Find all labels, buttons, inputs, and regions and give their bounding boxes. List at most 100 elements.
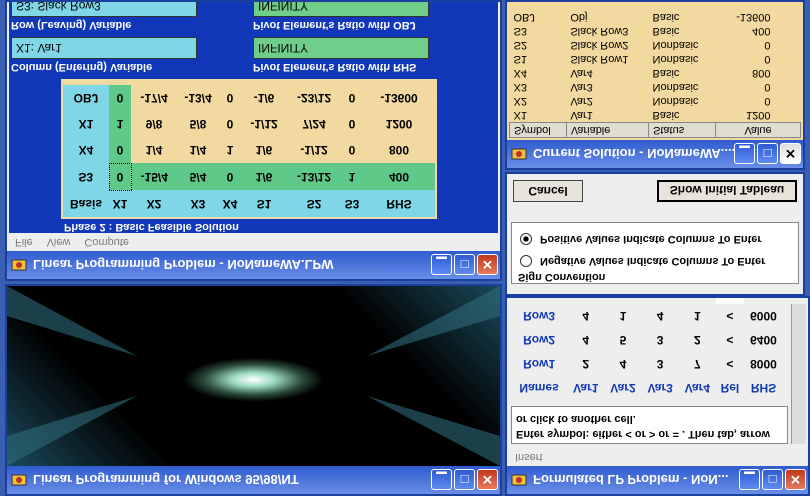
- tableau-cell[interactable]: -13/12: [287, 164, 341, 191]
- menu-view[interactable]: View: [47, 236, 71, 248]
- tableau-cell[interactable]: 0: [341, 85, 363, 111]
- lp-cell[interactable]: =: [715, 296, 744, 304]
- pivot-obj-label: Pivot Element's Ratio with OBJ: [253, 19, 416, 31]
- tableau-cell[interactable]: -1/12: [241, 111, 287, 137]
- maximize-button[interactable]: □: [757, 143, 778, 165]
- lp-cell[interactable]: 5: [679, 296, 716, 304]
- lp-cell[interactable]: 2: [567, 352, 604, 376]
- tableau-cell[interactable]: 1: [219, 137, 241, 164]
- tableau-cell[interactable]: 1/4: [177, 137, 219, 164]
- lp-cell[interactable]: <: [716, 304, 744, 328]
- minimize-button[interactable]: ▁: [739, 469, 760, 491]
- menu-compute[interactable]: Compute: [84, 236, 129, 248]
- cancel-button[interactable]: Cancel: [513, 180, 583, 202]
- solution-header: Symbol: [509, 122, 567, 138]
- tableau-cell[interactable]: 1/6: [241, 164, 287, 191]
- tableau-cell[interactable]: 1/6: [241, 137, 287, 164]
- maximize-button[interactable]: □: [762, 469, 783, 491]
- lp-cell[interactable]: 8: [567, 296, 604, 304]
- tableau-cell[interactable]: 0: [109, 137, 131, 164]
- tableau-cell[interactable]: 0: [341, 111, 363, 137]
- tableau-cell[interactable]: -13/4: [177, 85, 219, 111]
- close-button[interactable]: ✕: [785, 469, 806, 491]
- tableau-cell[interactable]: 5/4: [177, 164, 219, 191]
- lp-row-name[interactable]: Row3: [511, 304, 567, 328]
- tableau-cell[interactable]: 1/4: [131, 137, 177, 164]
- maximize-button[interactable]: □: [454, 469, 475, 491]
- tableau-basis[interactable]: X1: [63, 111, 109, 137]
- lp-cell[interactable]: 4: [567, 304, 604, 328]
- close-button[interactable]: ✕: [477, 254, 498, 276]
- close-button[interactable]: ✕: [477, 469, 498, 491]
- tableau-cell[interactable]: 1: [341, 164, 363, 191]
- pivot-cell[interactable]: 0: [109, 163, 131, 191]
- close-button[interactable]: ✕: [780, 143, 801, 165]
- lp-app-icon: [11, 472, 27, 488]
- maximize-button[interactable]: □: [454, 254, 475, 276]
- lp-row-name[interactable]: Row1: [511, 352, 567, 376]
- radio-button[interactable]: [520, 255, 532, 267]
- tableau-cell[interactable]: -1/12: [287, 137, 341, 164]
- tableau-cell[interactable]: 0: [219, 111, 241, 137]
- lp-row-name[interactable]: Obj: [511, 296, 567, 304]
- solution-cell: S1: [513, 53, 527, 65]
- lp-cell[interactable]: 0: [744, 296, 783, 304]
- solution-titlebar[interactable]: Current Solution - NoNameWA.... ▁ □ ✕: [507, 140, 803, 168]
- tableau-cell[interactable]: -15/4: [131, 164, 177, 191]
- lp-cell[interactable]: 4: [567, 328, 604, 352]
- lp-cell[interactable]: 7: [679, 352, 716, 376]
- tableau-cell[interactable]: -17/4: [131, 85, 177, 111]
- lp-cell[interactable]: 5: [604, 328, 641, 352]
- tableau-cell[interactable]: 7/24: [287, 111, 341, 137]
- tableau-cell[interactable]: 0: [341, 137, 363, 164]
- lpp-titlebar[interactable]: Linear Programming Problem - NoNameWA.LP…: [7, 251, 500, 279]
- lp-cell[interactable]: 1: [679, 304, 716, 328]
- minimize-button[interactable]: ▁: [734, 143, 755, 165]
- lp-cell[interactable]: 3: [642, 352, 679, 376]
- lpw-titlebar[interactable]: Linear Programming for Windows 95/98/NT …: [7, 466, 500, 494]
- lp-cell[interactable]: 4: [642, 304, 679, 328]
- lp-cell[interactable]: 6000: [744, 304, 783, 328]
- tableau-basis[interactable]: X4: [63, 137, 109, 164]
- lp-cell[interactable]: 3: [642, 328, 679, 352]
- tableau-header: X4: [219, 190, 241, 217]
- lp-header: Var2: [610, 381, 636, 395]
- lp-cell[interactable]: 6: [604, 296, 641, 304]
- radio-negative[interactable]: Negative Values Indicate Columns To Ente…: [520, 255, 765, 267]
- lp-cell[interactable]: 3: [642, 296, 679, 304]
- lp-cell[interactable]: 8000: [744, 352, 783, 376]
- tableau-cell[interactable]: 1: [109, 111, 131, 137]
- tableau-cell[interactable]: 1200: [363, 111, 435, 137]
- tableau-cell[interactable]: 400: [363, 164, 435, 191]
- lp-cell[interactable]: <: [716, 328, 744, 352]
- lp-cell[interactable]: 6400: [744, 328, 783, 352]
- tableau-basis[interactable]: S3: [63, 163, 109, 191]
- lp-cell[interactable]: <: [716, 352, 744, 376]
- tableau-cell[interactable]: -23/12: [287, 85, 341, 111]
- tableau-cell[interactable]: 0: [219, 164, 241, 191]
- tableau-cell[interactable]: -13600: [363, 85, 435, 111]
- tableau-cell[interactable]: 0: [109, 85, 131, 111]
- minimize-button[interactable]: ▁: [431, 254, 452, 276]
- lp-cell[interactable]: 1: [604, 304, 641, 328]
- maximize-icon: □: [768, 472, 777, 488]
- scrollbar[interactable]: [791, 304, 806, 444]
- menu-file[interactable]: File: [15, 236, 33, 248]
- solution-cell: X3: [513, 81, 527, 93]
- lp-cell[interactable]: 2: [679, 328, 716, 352]
- menu-insert[interactable]: Insert: [515, 451, 543, 463]
- tableau-cell[interactable]: -1/6: [241, 85, 287, 111]
- lp-row-name[interactable]: Row2: [511, 328, 567, 352]
- lp-cell[interactable]: 4: [604, 352, 641, 376]
- show-initial-tableau-button[interactable]: Show Initial Tableau: [657, 180, 797, 202]
- tableau-cell[interactable]: 800: [363, 137, 435, 164]
- tableau-cell[interactable]: 0: [219, 85, 241, 111]
- radio-button-selected[interactable]: [520, 233, 532, 245]
- minimize-button[interactable]: ▁: [431, 469, 452, 491]
- tableau-basis[interactable]: OBJ: [63, 85, 109, 111]
- radio-positive[interactable]: Positive Values Indicate Columns To Ente…: [520, 233, 762, 245]
- solution-row: X1 Var1 Basic 1200: [510, 108, 801, 123]
- formulated-titlebar[interactable]: Formulated LP Problem - NoN... ▁ □ ✕: [507, 466, 808, 494]
- tableau-cell[interactable]: 5/8: [177, 111, 219, 137]
- tableau-cell[interactable]: 9/8: [131, 111, 177, 137]
